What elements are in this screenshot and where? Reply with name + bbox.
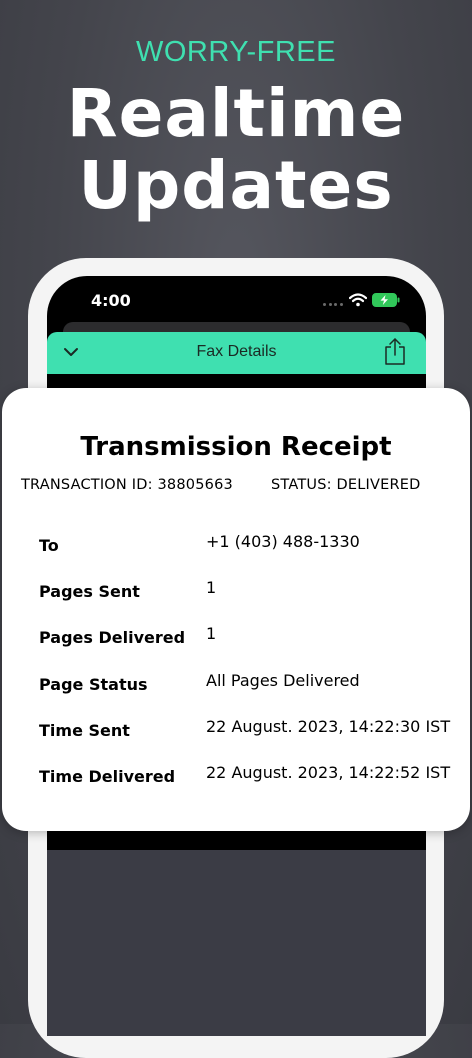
transaction-id: TRANSACTION ID: 38805663 — [21, 477, 233, 493]
promo-headline-line1: Realtime — [66, 75, 406, 152]
promo-eyebrow: WORRY-FREE — [136, 36, 336, 68]
share-icon[interactable] — [383, 336, 407, 366]
promo-headline-line2: Updates — [78, 147, 394, 224]
detail-row-time-delivered: Time Delivered 22 August. 2023, 14:22:52… — [2, 763, 470, 791]
nav-bar: Fax Details — [47, 332, 426, 374]
detail-value: All Pages Delivered — [206, 671, 360, 690]
detail-label: Time Sent — [39, 721, 130, 740]
detail-label: Pages Delivered — [39, 628, 186, 647]
detail-row-pages-delivered: Pages Delivered 1 — [2, 624, 470, 652]
receipt-card: Transmission Receipt TRANSACTION ID: 388… — [2, 388, 470, 831]
detail-value: 1 — [206, 578, 217, 597]
detail-row-pages-sent: Pages Sent 1 — [2, 578, 470, 606]
battery-charging-icon — [372, 293, 400, 307]
detail-label: Time Delivered — [39, 767, 176, 786]
detail-label: To — [39, 536, 59, 555]
detail-row-page-status: Page Status All Pages Delivered — [2, 671, 470, 699]
screen-lower-area — [47, 850, 426, 1036]
status-time: 4:00 — [91, 291, 131, 310]
signal-dots — [323, 303, 343, 306]
wifi-icon — [349, 293, 367, 307]
detail-label: Pages Sent — [39, 582, 140, 601]
nav-title: Fax Details — [196, 343, 277, 360]
detail-label: Page Status — [39, 675, 148, 694]
detail-row-time-sent: Time Sent 22 August. 2023, 14:22:30 IST — [2, 717, 470, 745]
transaction-status: STATUS: DELIVERED — [271, 477, 421, 493]
detail-value: 1 — [206, 624, 217, 643]
receipt-title: Transmission Receipt — [80, 432, 392, 462]
detail-value: 22 August. 2023, 14:22:30 IST — [206, 717, 451, 736]
detail-row-to: To +1 (403) 488-1330 — [2, 532, 470, 560]
detail-value: +1 (403) 488-1330 — [206, 532, 360, 551]
detail-value: 22 August. 2023, 14:22:52 IST — [206, 763, 451, 782]
